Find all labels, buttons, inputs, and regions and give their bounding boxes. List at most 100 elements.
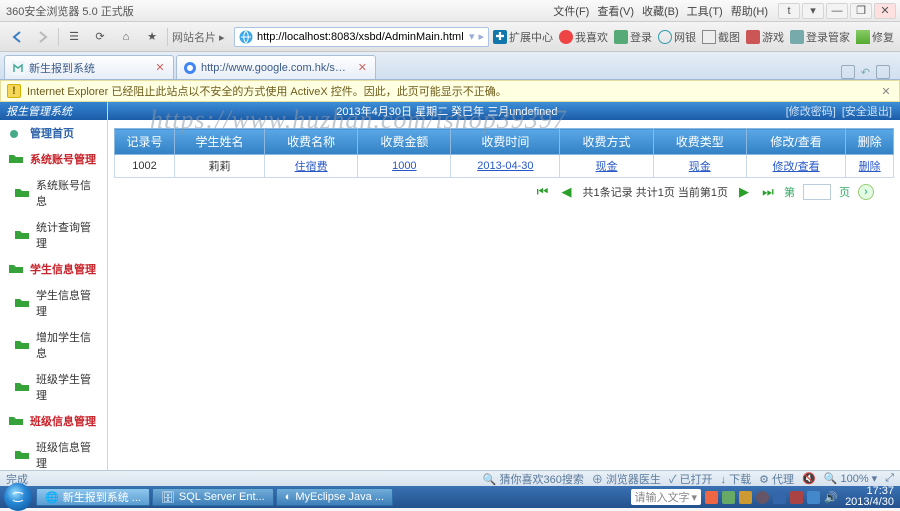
cell-type[interactable]: 现金 — [689, 161, 711, 173]
pager-next-icon[interactable]: ▶ — [736, 184, 752, 200]
ime-input[interactable]: 请输入文字▾ — [631, 489, 702, 505]
login-manager[interactable]: 登录管家 — [790, 29, 850, 45]
group-class[interactable]: 班级信息管理 — [0, 408, 107, 434]
tab-1[interactable]: 新生报到系统 ✕ — [4, 55, 174, 79]
item-student-info[interactable]: 学生信息管理 — [0, 282, 107, 324]
infobar-message: Internet Explorer 已经阻止此站点以不安全的方式使用 Activ… — [27, 83, 507, 99]
sidebar: 报生管理系统 管理首页 系统账号管理 系统账号信息 统计查询管理 学生信息管理 … — [0, 102, 108, 470]
nav-forward[interactable] — [32, 26, 54, 48]
net-bank[interactable]: 网银 — [658, 29, 696, 45]
tab1-close[interactable]: ✕ — [153, 61, 167, 74]
pager-di: 第 — [784, 184, 795, 200]
nav-home-icon[interactable]: ⌂ — [115, 26, 137, 48]
th-id: 记录号 — [115, 129, 175, 155]
status-zoom[interactable]: 🔍 100% ▾ — [824, 472, 877, 485]
cell-method[interactable]: 现金 — [595, 161, 617, 173]
cell-time[interactable]: 2013-04-30 — [477, 160, 533, 172]
status-tip[interactable]: 🔍 猜你喜欢360搜索 — [483, 471, 584, 487]
folder-icon — [8, 154, 24, 164]
address-box[interactable]: ▾ ▸ — [234, 27, 489, 47]
status-iedoctor[interactable]: ⊕ 浏览器医生 — [592, 471, 661, 487]
cell-edit[interactable]: 修改/查看 — [773, 161, 820, 173]
infobar-close[interactable]: ✕ — [879, 85, 893, 98]
ext-center[interactable]: ✚扩展中心 — [493, 29, 553, 45]
tray-vol-icon[interactable]: 🔊 — [824, 491, 837, 504]
pager-first-icon[interactable]: ⏮ — [535, 184, 551, 200]
tray-2-icon[interactable] — [739, 491, 752, 504]
win-min[interactable]: — — [826, 3, 848, 19]
item-class-student[interactable]: 班级学生管理 — [0, 366, 107, 408]
pager-prev-icon[interactable]: ◀ — [559, 184, 575, 200]
link-logout[interactable]: [安全退出] — [842, 103, 892, 119]
login-btn[interactable]: 登录 — [614, 29, 652, 45]
win-max[interactable]: ❐ — [850, 3, 872, 19]
nav-new-icon[interactable]: ☰ — [63, 26, 85, 48]
nav-home[interactable]: 管理首页 — [0, 120, 107, 146]
tray-5-icon[interactable] — [790, 491, 803, 504]
tab2-close[interactable]: ✕ — [356, 61, 369, 74]
cell-feename[interactable]: 住宿费 — [295, 161, 328, 173]
status-mute-icon[interactable]: 🔇 — [802, 472, 816, 485]
nav-back[interactable] — [6, 26, 28, 48]
item-account-info[interactable]: 系统账号信息 — [0, 172, 107, 214]
pager: ⏮ ◀ 共1条记录 共计1页 当前第1页 ▶ ⏭ 第 页 › — [114, 184, 894, 200]
menu-tools[interactable]: 工具(T) — [687, 3, 723, 19]
my-favorite[interactable]: 我喜欢 — [559, 29, 608, 45]
group-student[interactable]: 学生信息管理 — [0, 256, 107, 282]
url-input[interactable] — [257, 31, 465, 43]
win-down[interactable]: ▾ — [802, 3, 824, 19]
th-method: 收费方式 — [560, 129, 653, 155]
tab1-favicon — [11, 61, 25, 75]
menu-file[interactable]: 文件(F) — [553, 3, 589, 19]
item-class-info[interactable]: 班级信息管理 — [0, 434, 107, 470]
tab-2[interactable]: http://www.google.com.hk/sear... ✕ — [176, 55, 376, 79]
cell-del[interactable]: 删除 — [859, 161, 881, 173]
tray-1-icon[interactable] — [722, 491, 735, 504]
tray-net-icon[interactable] — [807, 491, 820, 504]
tray-clock[interactable]: 17:37 2013/4/30 — [841, 486, 894, 508]
start-button[interactable] — [4, 483, 32, 511]
status-proxy[interactable]: ⚙ 代理 — [759, 471, 794, 487]
screenshot[interactable]: 截图 — [702, 29, 740, 45]
menu-help[interactable]: 帮助(H) — [731, 3, 768, 19]
win-close[interactable]: ✕ — [874, 3, 896, 19]
menu-favorites[interactable]: 收藏(B) — [642, 3, 679, 19]
tab2-favicon — [183, 61, 197, 75]
status-download[interactable]: ↓ 下载 — [721, 471, 752, 487]
repair[interactable]: 修复 — [856, 29, 894, 45]
addr-go-icon[interactable]: ▸ — [478, 30, 484, 43]
task-myeclipse[interactable]: ◐MyEclipse Java ... — [276, 488, 393, 506]
pager-last-icon[interactable]: ⏭ — [760, 184, 776, 200]
addr-drop-icon[interactable]: ▾ — [469, 30, 475, 43]
app-logo: 报生管理系统 — [0, 102, 107, 120]
pager-info: 共1条记录 共计1页 当前第1页 — [583, 184, 728, 200]
topbar-date: 2013年4月30日 星期二 癸巳年 三月undefined — [336, 103, 557, 119]
leaf-icon — [14, 188, 30, 198]
activex-infobar[interactable]: ! Internet Explorer 已经阻止此站点以不安全的方式使用 Act… — [0, 80, 900, 102]
nav-refresh-icon[interactable]: ⟳ — [89, 26, 111, 48]
pager-page-input[interactable] — [803, 184, 831, 200]
item-stat-query[interactable]: 统计查询管理 — [0, 214, 107, 256]
status-open[interactable]: ✓ 已打开 — [669, 471, 713, 487]
nav-fav-icon[interactable]: ★ — [141, 26, 163, 48]
task-browser[interactable]: 🌐新生报到系统 ... — [36, 488, 150, 506]
leaf-icon — [14, 382, 30, 392]
taskbar: 🌐新生报到系统 ... 🗄SQL Server Ent... ◐MyEclips… — [0, 486, 900, 508]
tray-4-icon[interactable] — [773, 491, 786, 504]
cell-amount[interactable]: 1000 — [392, 160, 416, 172]
tray-3-icon[interactable] — [756, 491, 769, 504]
item-add-student[interactable]: 增加学生信息 — [0, 324, 107, 366]
tab-toolbox-1[interactable] — [841, 65, 855, 79]
tab-toolbox-2[interactable] — [876, 65, 890, 79]
undo-close-icon[interactable]: ↶ — [861, 66, 870, 79]
win-t[interactable]: t — [778, 3, 800, 19]
menu-view[interactable]: 查看(V) — [597, 3, 634, 19]
game[interactable]: 游戏 — [746, 29, 784, 45]
status-expand-icon[interactable]: ⤢ — [885, 472, 894, 485]
task-sqlserver[interactable]: 🗄SQL Server Ent... — [152, 488, 274, 506]
th-del: 删除 — [846, 129, 894, 155]
pager-go[interactable]: › — [858, 184, 874, 200]
tray-sogou-icon[interactable] — [705, 491, 718, 504]
group-account[interactable]: 系统账号管理 — [0, 146, 107, 172]
link-change-password[interactable]: [修改密码] — [786, 103, 836, 119]
